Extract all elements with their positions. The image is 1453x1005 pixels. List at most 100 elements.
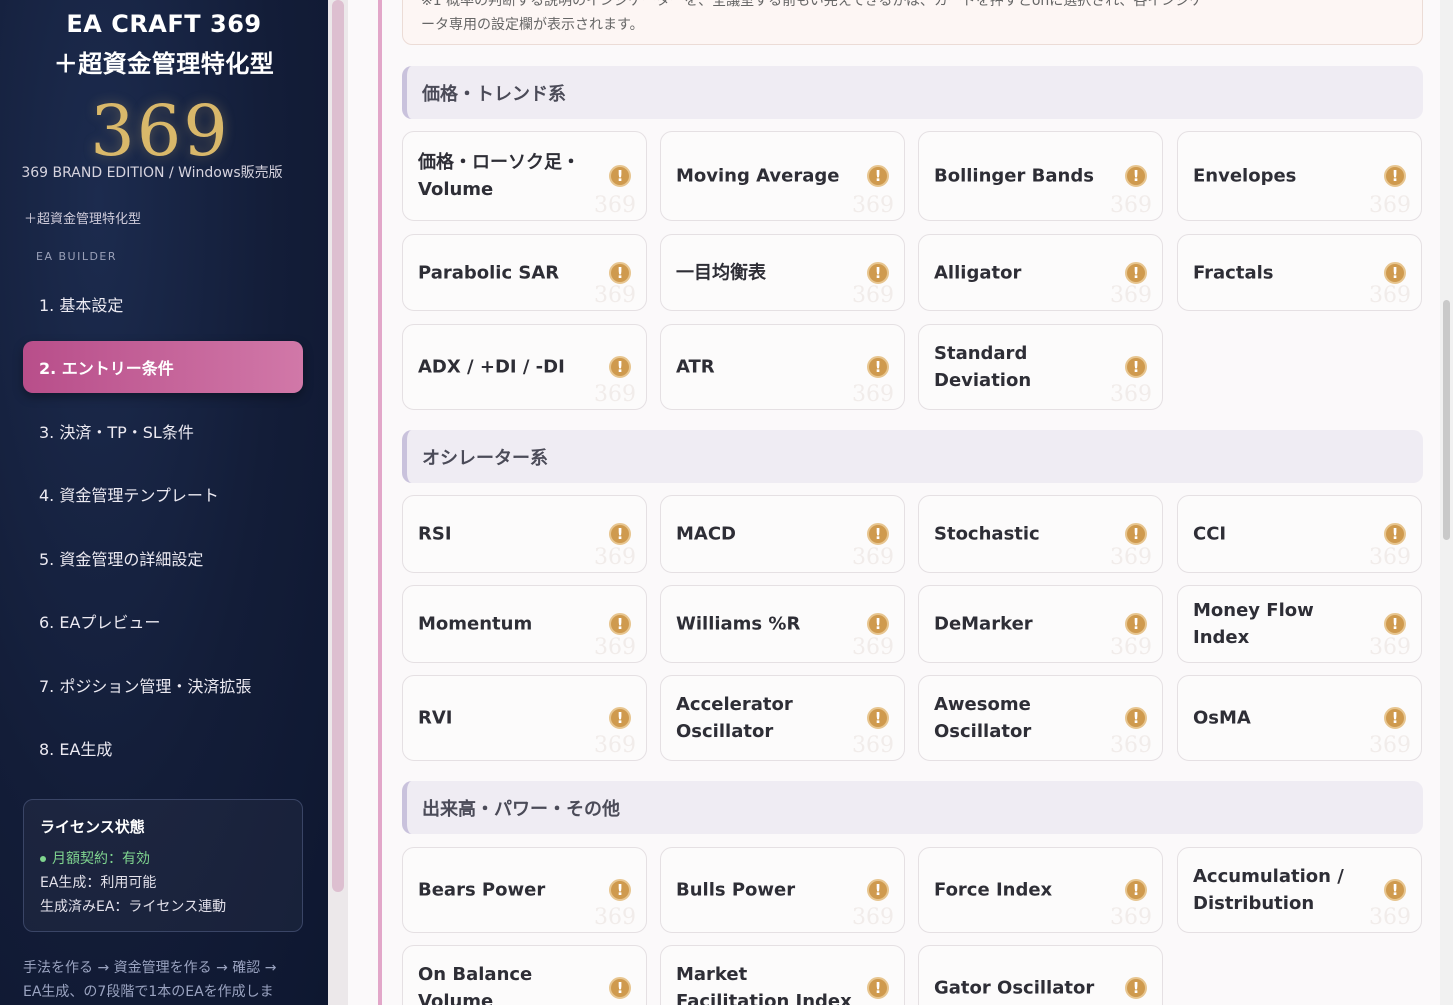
app-title: EA CRAFT 369: [66, 10, 262, 38]
indicator-card[interactable]: 369 一目均衡表!: [660, 234, 905, 311]
nav-item-entry[interactable]: 2. エントリー条件: [23, 341, 303, 393]
warning-icon[interactable]: !: [1125, 356, 1147, 378]
card-watermark: 369: [1369, 905, 1411, 930]
content-accent-bar: [378, 0, 382, 1005]
warning-icon[interactable]: !: [1125, 977, 1147, 999]
warning-icon[interactable]: !: [867, 261, 889, 284]
indicator-card[interactable]: 369 Force Index!: [918, 847, 1163, 933]
indicator-card[interactable]: 369 Williams %R!: [660, 585, 905, 663]
footer-line-1: 手法を作る → 資金管理を作る → 確認 →: [23, 960, 277, 976]
indicator-card-label: RVI: [418, 707, 453, 729]
indicator-card[interactable]: 369 OsMA!: [1177, 675, 1422, 761]
nav-item-generate[interactable]: 8. EA生成: [23, 722, 303, 774]
indicator-card[interactable]: 369 Fractals!: [1177, 234, 1422, 311]
indicator-card[interactable]: 369 Awesome Oscillator!: [918, 675, 1163, 761]
warning-icon[interactable]: !: [867, 977, 889, 999]
card-watermark: 369: [852, 635, 894, 660]
warning-icon[interactable]: !: [1384, 707, 1406, 729]
indicator-card-label: Accumulation / Distribution: [1193, 866, 1344, 914]
card-watermark: 369: [594, 382, 636, 407]
card-watermark: 369: [852, 283, 894, 308]
indicator-card[interactable]: 369 RSI!: [402, 495, 647, 573]
indicator-card[interactable]: 369 Bollinger Bands!: [918, 131, 1163, 221]
indicator-card[interactable]: 369 Bulls Power!: [660, 847, 905, 933]
warning-icon[interactable]: !: [609, 261, 631, 284]
indicator-card[interactable]: 369Market Facilitation Index!: [660, 945, 905, 1005]
warning-icon[interactable]: !: [1384, 523, 1406, 545]
license-generate: EA生成：利用可能: [40, 875, 157, 891]
indicator-card[interactable]: 369 MACD!: [660, 495, 905, 573]
footer-line-2: EA生成、の7段階で1本のEAを作成しま: [23, 984, 274, 1000]
warning-icon[interactable]: !: [609, 879, 631, 901]
warning-icon[interactable]: !: [609, 707, 631, 729]
indicator-card-label: Accelerator Oscillator: [676, 694, 793, 742]
warning-icon[interactable]: !: [1384, 165, 1406, 187]
indicator-card[interactable]: 369 Bears Power!: [402, 847, 647, 933]
warning-icon[interactable]: !: [609, 356, 631, 378]
indicator-card-label: On Balance Volume: [418, 964, 533, 1005]
warning-icon[interactable]: !: [867, 879, 889, 901]
info-note: ※1 概率の判断する説明のインジケーターを、全議室する前もい完えてきるかは、カー…: [402, 0, 1423, 45]
indicator-card[interactable]: 369 CCI!: [1177, 495, 1422, 573]
card-watermark: 369: [1110, 905, 1152, 930]
warning-icon[interactable]: !: [609, 523, 631, 545]
sidebar-scrollbar-thumb[interactable]: [332, 0, 344, 892]
warning-icon[interactable]: !: [867, 707, 889, 729]
nav-item-preview[interactable]: 6. EAプレビュー: [23, 595, 303, 647]
indicator-card[interactable]: 369On Balance Volume!: [402, 945, 647, 1005]
indicator-card[interactable]: 369 Money Flow Index!: [1177, 585, 1422, 663]
warning-icon[interactable]: !: [1125, 879, 1147, 901]
indicator-card[interactable]: 369 DeMarker!: [918, 585, 1163, 663]
warning-icon[interactable]: !: [609, 977, 631, 999]
note-line-1: ※1 概率の判断する説明のインジケーターを、全議室する前もい完えてきるかは、カー…: [421, 0, 1204, 9]
indicator-card[interactable]: 369 RVI!: [402, 675, 647, 761]
warning-icon[interactable]: !: [1125, 523, 1147, 545]
license-title: ライセンス状態: [40, 818, 145, 836]
nav-item-money-template[interactable]: 4. 資金管理テンプレート: [23, 468, 303, 520]
indicator-card[interactable]: 369 Moving Average!: [660, 131, 905, 221]
indicator-card[interactable]: 369 ADX / +DI / -DI!: [402, 324, 647, 410]
warning-icon[interactable]: !: [1384, 613, 1406, 635]
license-status: 月額契約：有効: [40, 847, 286, 871]
warning-icon[interactable]: !: [867, 165, 889, 187]
nav-item-position[interactable]: 7. ポジション管理・決済拡張: [23, 659, 303, 711]
indicator-card-label: Stochastic: [934, 523, 1040, 545]
indicator-card-label: Money Flow Index: [1193, 600, 1314, 648]
content-scrollbar-thumb[interactable]: [1443, 300, 1450, 540]
indicator-card[interactable]: 369 Standard Deviation!: [918, 324, 1163, 410]
indicator-card[interactable]: 369 ATR!: [660, 324, 905, 410]
content-scrollbar-track[interactable]: [1440, 0, 1453, 1005]
nav-item-money-detail[interactable]: 5. 資金管理の詳細設定: [23, 532, 303, 584]
category-header-trend: 価格・トレンド系: [402, 66, 1423, 119]
warning-icon[interactable]: !: [867, 356, 889, 378]
indicator-card[interactable]: 369 Alligator!: [918, 234, 1163, 311]
sidebar-subtitle: ＋超資金管理特化型: [24, 212, 142, 227]
indicator-card[interactable]: 369 Momentum!: [402, 585, 647, 663]
indicator-card[interactable]: 369 Envelopes!: [1177, 131, 1422, 221]
warning-icon[interactable]: !: [1125, 261, 1147, 284]
indicator-card-label: Alligator: [934, 262, 1022, 283]
indicator-card-label: OsMA: [1193, 707, 1251, 729]
license-generated: 生成済みEA：ライセンス連動: [40, 899, 227, 915]
warning-icon[interactable]: !: [1384, 879, 1406, 901]
nav-item-basic[interactable]: 1. 基本設定: [23, 278, 303, 330]
warning-icon[interactable]: !: [1125, 165, 1147, 187]
indicator-card[interactable]: 369 Stochastic!: [918, 495, 1163, 573]
indicator-card[interactable]: 369Gator Oscillator!: [918, 945, 1163, 1005]
warning-icon[interactable]: !: [609, 613, 631, 635]
card-watermark: 369: [852, 905, 894, 930]
brand-logo: 369: [90, 90, 230, 172]
warning-icon[interactable]: !: [1384, 261, 1406, 284]
nav-item-exit[interactable]: 3. 決済・TP・SL条件: [23, 405, 303, 457]
indicator-card[interactable]: 369 Accumulation / Distribution!: [1177, 847, 1422, 933]
warning-icon[interactable]: !: [867, 613, 889, 635]
indicator-card[interactable]: 369 価格・ローソク足・Volume!: [402, 131, 647, 221]
card-watermark: 369: [594, 635, 636, 660]
warning-icon[interactable]: !: [1125, 613, 1147, 635]
card-watermark: 369: [1369, 283, 1411, 308]
warning-icon[interactable]: !: [867, 523, 889, 545]
warning-icon[interactable]: !: [609, 165, 631, 187]
indicator-card[interactable]: 369 Parabolic SAR!: [402, 234, 647, 311]
indicator-card[interactable]: 369 Accelerator Oscillator!: [660, 675, 905, 761]
warning-icon[interactable]: !: [1125, 707, 1147, 729]
